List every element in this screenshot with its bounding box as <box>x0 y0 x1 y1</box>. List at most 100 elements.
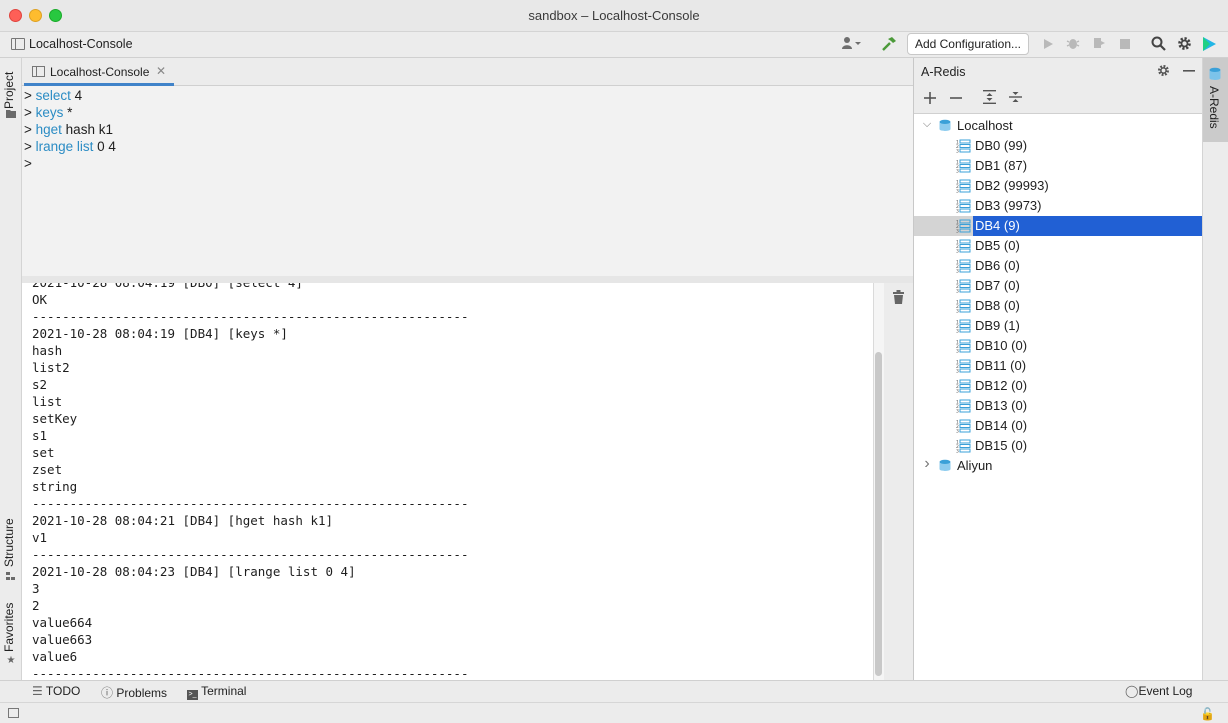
svg-text:3: 3 <box>956 249 959 254</box>
debug-icon[interactable] <box>1064 36 1082 54</box>
console-command-line: > select 4 <box>24 87 82 104</box>
structure-tool-tab[interactable]: Structure <box>2 516 20 570</box>
tree-database-item[interactable]: 1 2 3 DB1 (87) <box>914 156 1202 176</box>
tree-connection-aliyun[interactable]: › Aliyun <box>914 455 1202 476</box>
database-icon: 123 <box>956 159 971 175</box>
event-log-label: Event Log <box>1138 684 1193 698</box>
todo-tool-button[interactable]: ☰ TODO <box>32 684 80 698</box>
add-connection-plus-icon[interactable] <box>921 90 939 108</box>
tree-database-item[interactable]: 1 2 3 DB9 (1) <box>914 316 1202 336</box>
database-icon: 123 <box>956 139 971 155</box>
tree-database-item[interactable]: 1 2 3 DB14 (0) <box>914 416 1202 436</box>
database-label: DB2 (99993) <box>975 178 1049 193</box>
favorites-tool-tab[interactable]: Favorites <box>2 602 20 652</box>
svg-text:3: 3 <box>956 169 959 174</box>
panel-settings-gear-icon[interactable] <box>1154 63 1172 81</box>
svg-text:3: 3 <box>956 429 959 434</box>
clear-output-trash-icon[interactable] <box>892 290 906 304</box>
console-file-icon <box>11 38 25 50</box>
output-line: value663 <box>32 632 93 647</box>
collapse-all-icon[interactable] <box>1006 90 1024 108</box>
tree-database-item[interactable]: 1 2 3 DB4 (9) <box>914 216 1202 236</box>
a-redis-tool-tab[interactable]: A-Redis <box>1203 58 1228 142</box>
output-line: s1 <box>32 428 48 443</box>
database-label: DB14 (0) <box>975 418 1028 433</box>
svg-text:3: 3 <box>956 209 959 214</box>
todo-list-icon: ☰ <box>32 684 46 698</box>
output-line: setKey <box>32 411 78 426</box>
add-configuration-button[interactable]: Add Configuration... <box>907 33 1029 55</box>
structure-icon <box>6 571 16 581</box>
jetbrains-toolbox-icon[interactable] <box>1200 36 1218 54</box>
output-line: v1 <box>32 530 48 545</box>
console-editor[interactable]: > select 4 > keys * > hget hash k1 > lrange… <box>22 86 913 276</box>
hide-panel-minus-icon[interactable] <box>1180 62 1198 80</box>
database-icon: 123 <box>956 179 971 195</box>
a-redis-tab-label: A-Redis <box>1207 86 1221 129</box>
redis-connection-icon <box>939 119 951 132</box>
tree-database-item[interactable]: 1 2 3 DB7 (0) <box>914 276 1202 296</box>
database-label: DB11 (0) <box>975 358 1027 373</box>
output-line: string <box>32 479 78 494</box>
terminal-tool-button[interactable]: >_ Terminal <box>187 684 246 700</box>
database-label: DB3 (9973) <box>975 198 1042 213</box>
close-tab-icon[interactable]: ✕ <box>156 64 166 78</box>
redis-database-icon <box>1209 67 1221 84</box>
expand-all-icon[interactable] <box>980 90 998 108</box>
console-output: 2021-10-28 08:04:19 [DB0] [select 4]OK --… <box>22 283 873 680</box>
command-prompt: > <box>24 88 36 103</box>
command-keyword: keys <box>35 105 64 120</box>
tree-database-item[interactable]: 1 2 3 DB2 (99993) <box>914 176 1202 196</box>
tree-database-item[interactable]: 1 2 3 DB15 (0) <box>914 436 1202 456</box>
account-icon[interactable] <box>841 36 861 54</box>
tree-database-item[interactable]: 1 2 3 DB5 (0) <box>914 236 1202 256</box>
tree-database-item[interactable]: 1 2 3 DB6 (0) <box>914 256 1202 276</box>
event-log-tool-button[interactable]: ◯Event Log <box>1125 684 1192 698</box>
right-tool-strip: A-Redis <box>1202 58 1228 680</box>
svg-text:3: 3 <box>956 289 959 294</box>
coverage-icon[interactable] <box>1090 36 1108 54</box>
tab-localhost-console[interactable]: Localhost-Console ✕ <box>24 58 174 86</box>
read-only-lock-icon[interactable]: 🔓 <box>1200 707 1215 721</box>
tree-database-item[interactable]: 1 2 3 DB11 (0) <box>914 356 1202 376</box>
database-icon: 123 <box>956 439 971 455</box>
window-title: sandbox – Localhost-Console <box>528 8 700 23</box>
toggle-tool-windows-icon[interactable] <box>8 708 19 718</box>
tree-database-item[interactable]: 1 2 3 DB12 (0) <box>914 376 1202 396</box>
database-label: DB12 (0) <box>975 378 1028 393</box>
svg-text:3: 3 <box>956 449 959 454</box>
output-line: 2021-10-28 08:04:23 [DB4] [lrange list 0… <box>32 564 356 579</box>
tree-database-item[interactable]: 1 2 3 DB13 (0) <box>914 396 1202 416</box>
output-line: 2 <box>32 598 40 613</box>
tree-database-item[interactable]: 1 2 3 DB0 (99) <box>914 136 1202 156</box>
stop-icon[interactable] <box>1116 36 1134 54</box>
remove-connection-minus-icon[interactable] <box>947 90 965 108</box>
project-tool-tab[interactable]: Project <box>2 66 20 114</box>
run-icon[interactable] <box>1039 36 1057 54</box>
output-line: ----------------------------------------… <box>32 309 469 324</box>
star-icon: ★ <box>6 655 16 666</box>
database-icon: 123 <box>956 399 971 415</box>
settings-gear-icon[interactable] <box>1175 36 1193 54</box>
problems-tool-button[interactable]: ⓘ Problems <box>101 684 167 701</box>
tree-database-item[interactable]: 1 2 3 DB3 (9973) <box>914 196 1202 216</box>
database-icon: 123 <box>956 299 971 315</box>
tree-connection-localhost[interactable]: ⌵ Localhost <box>914 116 1202 136</box>
chevron-down-icon[interactable]: ⌵ <box>921 118 933 131</box>
database-label: DB15 (0) <box>975 438 1028 453</box>
output-line: 2021-10-28 08:04:21 [DB4] [hget hash k1] <box>32 513 334 528</box>
project-folder-icon <box>6 109 16 119</box>
terminal-icon: >_ <box>187 690 198 700</box>
output-lines: 2021-10-28 08:04:19 [DB0] [select 4]OK --… <box>32 283 469 680</box>
output-line: s2 <box>32 377 48 392</box>
tree-database-item[interactable]: 1 2 3 DB8 (0) <box>914 296 1202 316</box>
build-hammer-icon[interactable] <box>880 36 898 54</box>
breadcrumb[interactable]: Localhost-Console <box>29 37 133 51</box>
output-scrollbar-thumb[interactable] <box>875 352 882 676</box>
console-command-line: > keys * <box>24 104 72 121</box>
search-icon[interactable] <box>1149 36 1167 54</box>
chevron-right-icon[interactable]: › <box>921 455 933 473</box>
output-splitter[interactable] <box>22 276 913 283</box>
tree-database-item[interactable]: 1 2 3 DB10 (0) <box>914 336 1202 356</box>
panel-toolbar <box>914 86 1203 114</box>
